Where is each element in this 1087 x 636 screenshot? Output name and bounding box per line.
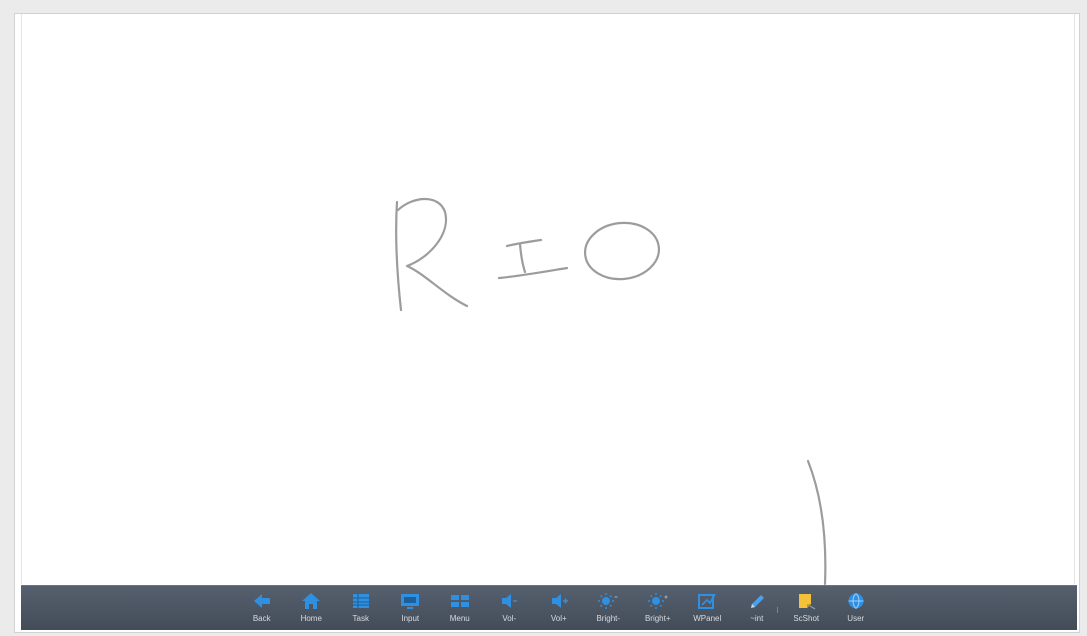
ink-stroke-curve: [806, 459, 827, 586]
floating-toolbar: Back Home Task Input Menu Vol- Vol+ Brig…: [21, 585, 1077, 630]
task-icon: [350, 591, 372, 611]
toolbar-separator: [777, 607, 778, 613]
screenshot-label: ScShot: [793, 614, 820, 623]
whiteboard-panel-icon: [696, 591, 718, 611]
whiteboard-panel-label: WPanel: [693, 614, 722, 623]
ink-stroke-r-stem: [395, 200, 403, 312]
volume-down-label: Vol-: [502, 614, 517, 623]
menu-button[interactable]: Menu: [435, 586, 485, 631]
menu-icon: [449, 591, 471, 611]
back-arrow-icon: [251, 591, 273, 611]
ink-stroke-i-stem: [518, 242, 527, 274]
toolbar-items: Back Home Task Input Menu Vol- Vol+ Brig…: [237, 586, 881, 631]
screenshot-button[interactable]: ScShot: [782, 586, 832, 631]
volume-up-icon: [548, 591, 570, 611]
home-icon: [300, 591, 322, 611]
home-label: Home: [300, 614, 322, 623]
user-button[interactable]: User: [831, 586, 881, 631]
ink-stroke-i-bottom: [497, 266, 569, 280]
whiteboard-panel-button[interactable]: WPanel: [683, 586, 733, 631]
home-button[interactable]: Home: [287, 586, 337, 631]
back-label: Back: [252, 614, 271, 623]
input-label: Input: [401, 614, 420, 623]
pen-label: ~int: [750, 614, 764, 623]
pen-button[interactable]: ~int: [732, 586, 782, 631]
handwriting-ink: [395, 198, 827, 586]
input-icon: [399, 591, 421, 611]
brightness-down-button[interactable]: Bright-: [584, 586, 634, 631]
whiteboard-canvas[interactable]: Back Home Task Input Menu Vol- Vol+ Brig…: [14, 13, 1080, 633]
brightness-up-icon: [647, 591, 669, 611]
ink-stroke-r-bowl: [396, 198, 469, 308]
volume-up-button[interactable]: Vol+: [534, 586, 584, 631]
user-label: User: [847, 614, 865, 623]
brightness-down-label: Bright-: [596, 614, 621, 623]
pen-icon: [746, 591, 768, 611]
menu-label: Menu: [449, 614, 470, 623]
volume-down-button[interactable]: Vol-: [485, 586, 535, 631]
task-button[interactable]: Task: [336, 586, 386, 631]
brightness-up-label: Bright+: [644, 614, 671, 623]
volume-down-icon: [498, 591, 520, 611]
brightness-up-button[interactable]: Bright+: [633, 586, 683, 631]
display-frame: Back Home Task Input Menu Vol- Vol+ Brig…: [0, 0, 1087, 636]
screenshot-icon: [795, 591, 817, 611]
ink-stroke-o: [583, 221, 661, 281]
input-button[interactable]: Input: [386, 586, 436, 631]
brightness-down-icon: [597, 591, 619, 611]
task-label: Task: [352, 614, 369, 623]
ink-stroke-i-top: [505, 238, 543, 248]
back-button[interactable]: Back: [237, 586, 287, 631]
user-globe-icon: [845, 591, 867, 611]
volume-up-label: Vol+: [550, 614, 567, 623]
